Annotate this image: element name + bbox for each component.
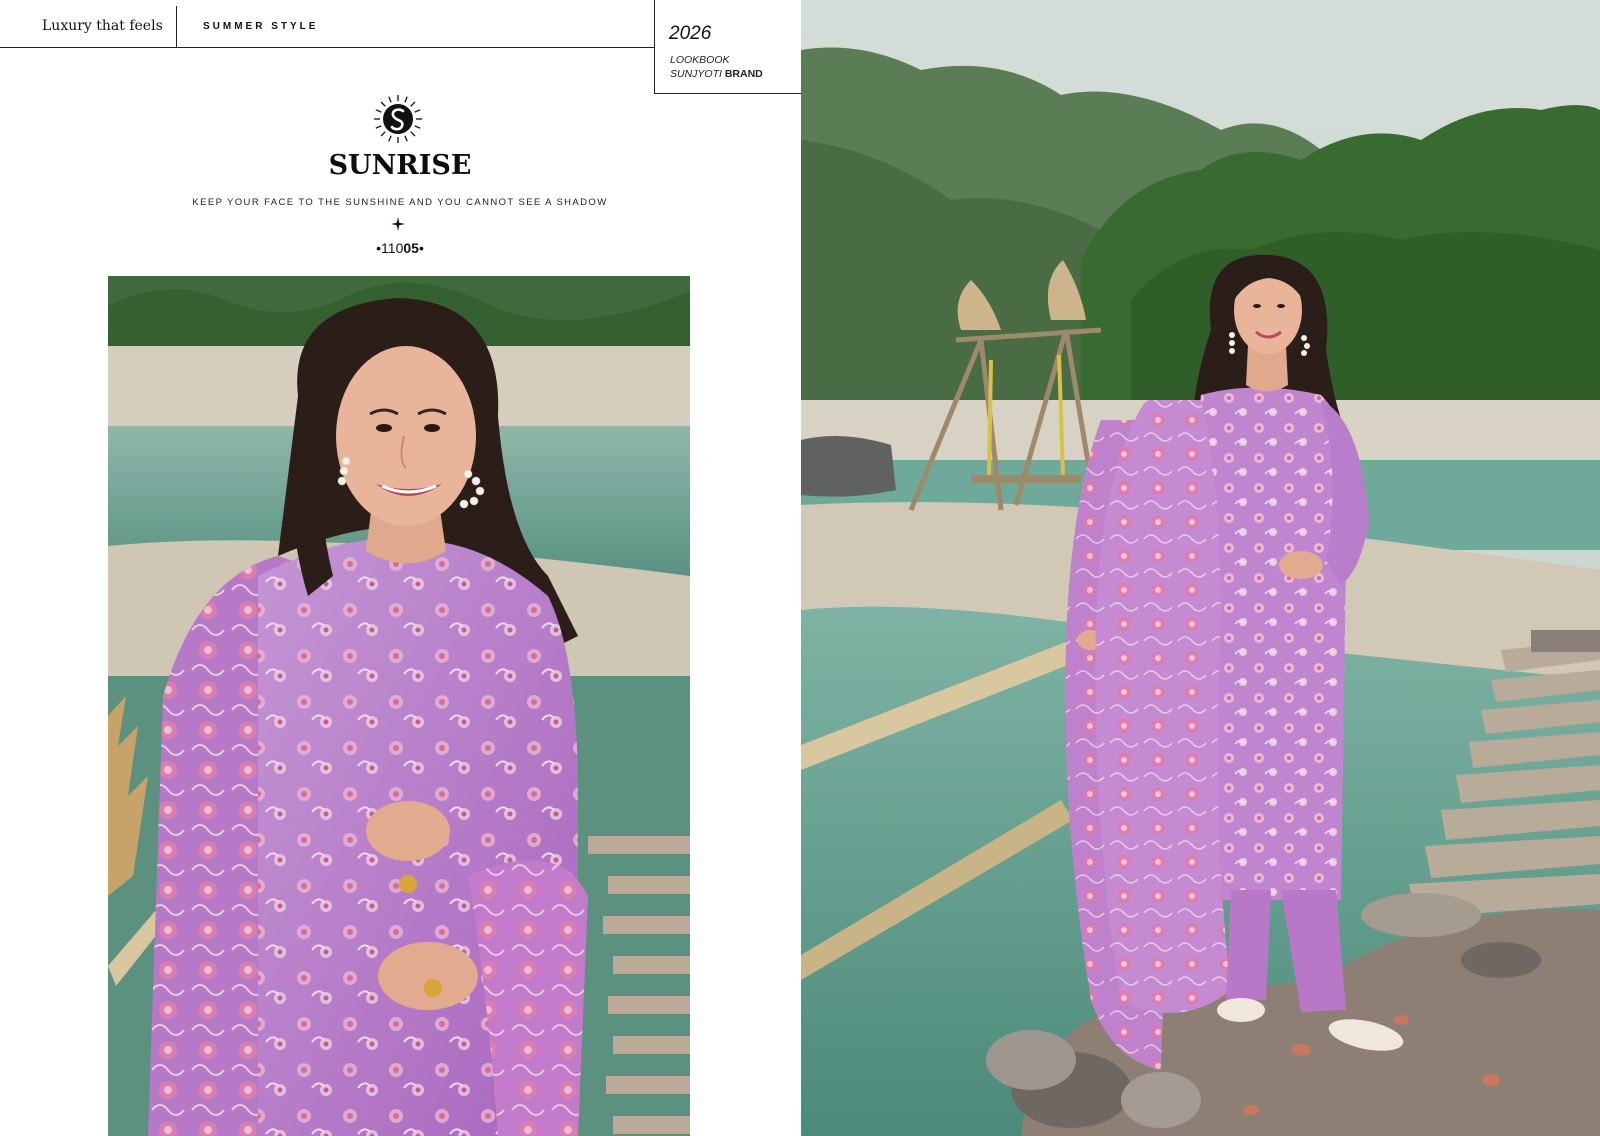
header-divider [176,6,177,48]
lookbook-brand: SUNJYOTI BRAND [670,68,763,80]
collection-title: SUMMER STYLE [203,21,319,32]
design-number: •11005• [0,240,800,256]
sparkle-icon [391,217,405,231]
lookbook-box: 2026 LOOKBOOK SUNJYOTI BRAND [654,0,801,94]
brand-slogan: KEEP YOUR FACE TO THE SUNSHINE AND YOU C… [192,197,608,208]
design-number-prefix: •110 [376,240,404,256]
fullbody-photo [801,0,1600,1136]
brand-name: SUNRISE [328,150,472,181]
lookbook-brand-name: SUNJYOTI [670,68,722,80]
header-rule [0,47,654,48]
design-number-suffix: 05 [403,240,419,256]
left-panel: Luxury that feels SUMMER STYLE 2026 LOOK… [0,0,801,1136]
lookbook-brand-word: BRAND [724,68,763,80]
lookbook-label: LOOKBOOK [670,54,730,66]
sunrise-logo-icon [373,94,423,144]
design-number-end: • [418,240,424,256]
lookbook-year: 2026 [669,23,712,44]
closeup-photo [108,276,690,1136]
tagline: Luxury that feels [42,18,163,34]
